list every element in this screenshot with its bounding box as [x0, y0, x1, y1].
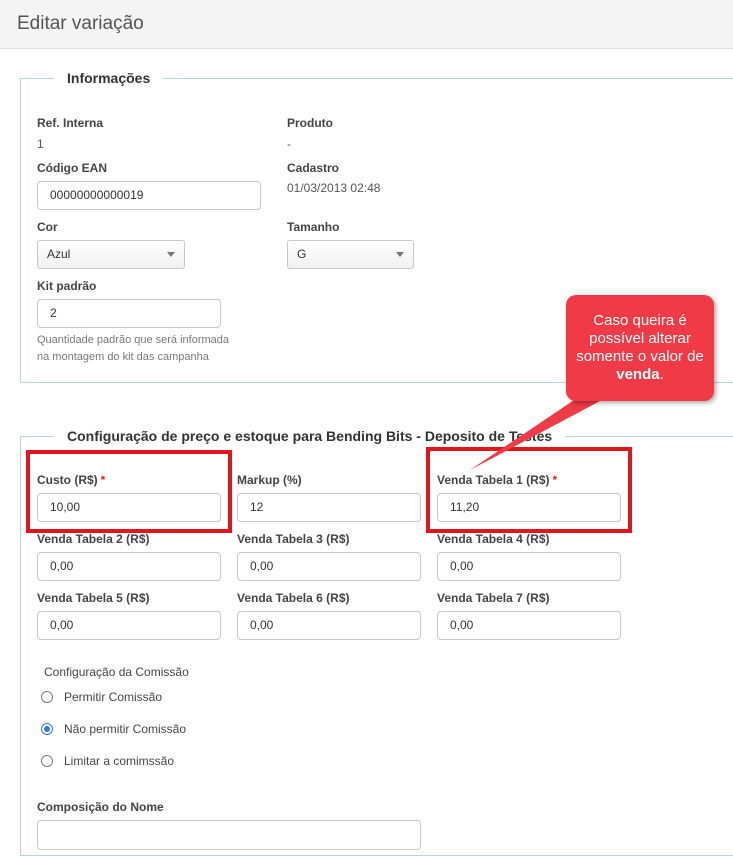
radio-nao-permitir-comissao[interactable]: Não permitir Comissão: [41, 722, 186, 736]
callout-note: Caso queira é possível alterar somente o…: [566, 295, 714, 401]
cadastro-label: Cadastro: [287, 161, 340, 175]
cor-select[interactable]: Azul: [37, 240, 185, 269]
radio-button[interactable]: [41, 691, 53, 703]
kit-padrao-label: Kit padrão: [37, 279, 97, 293]
cadastro-value: 01/03/2013 02:48: [287, 181, 381, 195]
highlight-venda-tabela-1: [426, 447, 632, 533]
ref-interna-value: 1: [37, 137, 44, 151]
ref-interna-label: Ref. Interna: [37, 116, 104, 130]
markup-label: Markup (%): [237, 473, 302, 487]
info-legend: Informações: [54, 70, 164, 86]
venda-tabela-3-input[interactable]: 0,00: [237, 552, 421, 581]
chevron-down-icon: [396, 252, 404, 257]
kit-padrao-input[interactable]: 2: [37, 299, 221, 328]
venda-tabela-4-label: Venda Tabela 4 (R$): [437, 532, 550, 546]
highlight-custo: [26, 450, 232, 533]
markup-input[interactable]: 12: [237, 493, 421, 522]
venda-tabela-5-input[interactable]: 0,00: [37, 611, 221, 640]
produto-label: Produto: [287, 116, 333, 130]
venda-tabela-3-label: Venda Tabela 3 (R$): [237, 532, 350, 546]
ean-label: Código EAN: [37, 161, 107, 175]
commission-title: Configuração da Comissão: [44, 665, 189, 679]
pricing-legend: Configuração de preço e estoque para Ben…: [54, 428, 566, 444]
radio-permitir-comissao[interactable]: Permitir Comissão: [41, 690, 162, 704]
cor-label: Cor: [37, 220, 58, 234]
venda-tabela-6-label: Venda Tabela 6 (R$): [237, 591, 350, 605]
tamanho-select[interactable]: G: [287, 240, 414, 269]
venda-tabela-2-label: Venda Tabela 2 (R$): [37, 532, 150, 546]
composicao-input[interactable]: [37, 820, 421, 850]
venda-tabela-6-input[interactable]: 0,00: [237, 611, 421, 640]
radio-limitar-comissao[interactable]: Limitar a comimssão: [41, 754, 174, 768]
tamanho-selected-value: G: [297, 247, 307, 261]
chevron-down-icon: [167, 252, 175, 257]
produto-value: -: [287, 137, 291, 151]
tamanho-label: Tamanho: [287, 220, 340, 234]
radio-button-checked[interactable]: [41, 723, 53, 735]
venda-tabela-5-label: Venda Tabela 5 (R$): [37, 591, 150, 605]
radio-button[interactable]: [41, 755, 53, 767]
kit-help-text: Quantidade padrão que será informada na …: [37, 334, 230, 363]
venda-tabela-4-input[interactable]: 0,00: [437, 552, 621, 581]
venda-tabela-7-label: Venda Tabela 7 (R$): [437, 591, 550, 605]
venda-tabela-2-input[interactable]: 0,00: [37, 552, 221, 581]
ean-input[interactable]: 00000000000019: [37, 181, 261, 210]
composicao-label: Composição do Nome: [37, 800, 164, 814]
page-header: Editar variação: [0, 0, 733, 49]
venda-tabela-7-input[interactable]: 0,00: [437, 611, 621, 640]
page-title: Editar variação: [17, 13, 144, 34]
cor-selected-value: Azul: [47, 247, 71, 261]
